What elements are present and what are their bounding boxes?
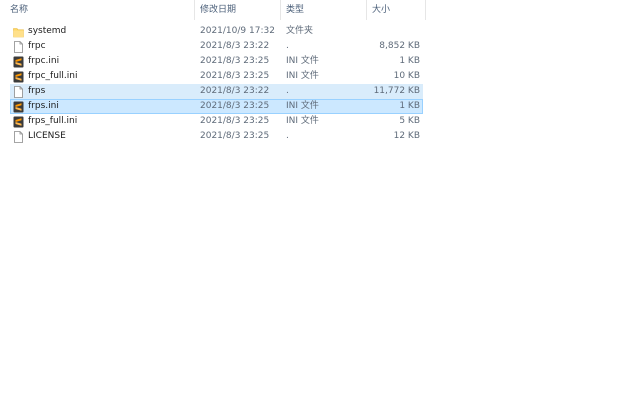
column-divider[interactable] [425,0,426,20]
column-divider[interactable] [366,0,367,20]
file-modified: 2021/8/3 23:25 [200,56,270,66]
column-header-type[interactable]: 类型 [286,0,304,20]
file-row[interactable]: frpc_full.ini 2021/8/3 23:25 INI 文件 10 K… [10,69,423,84]
file-name: frpc [28,41,46,51]
file-size: 1 KB [399,56,420,66]
file-name: frps [28,86,46,96]
column-divider[interactable] [194,0,195,20]
blank-file-icon [13,131,24,143]
column-divider[interactable] [280,0,281,20]
file-name: frps.ini [28,101,59,111]
file-row[interactable]: systemd 2021/10/9 17:32 文件夹 [10,24,423,39]
file-type: 文件夹 [286,26,314,36]
column-header-size[interactable]: 大小 [372,0,390,20]
file-row-selected[interactable]: frps.ini 2021/8/3 23:25 INI 文件 1 KB [10,99,423,114]
file-modified: 2021/8/3 23:22 [200,41,270,51]
file-modified: 2021/10/9 17:32 [200,26,275,36]
column-header-modified[interactable]: 修改日期 [200,0,236,20]
file-size: 5 KB [399,116,420,126]
file-name: LICENSE [28,131,66,141]
file-name: frpc_full.ini [28,71,78,81]
column-header-bar: 名称 ^ 修改日期 类型 大小 [0,0,426,20]
file-modified: 2021/8/3 23:25 [200,71,270,81]
file-row[interactable]: frps_full.ini 2021/8/3 23:25 INI 文件 5 KB [10,114,423,129]
file-modified: 2021/8/3 23:25 [200,131,270,141]
file-size: 11,772 KB [373,86,420,96]
column-header-name[interactable]: 名称 [10,0,28,20]
file-type: . [286,41,289,51]
file-type: . [286,86,289,96]
file-size: 12 KB [393,131,420,141]
file-row[interactable]: frpc.ini 2021/8/3 23:25 INI 文件 1 KB [10,54,423,69]
file-row[interactable]: LICENSE 2021/8/3 23:25 . 12 KB [10,129,423,144]
file-modified: 2021/8/3 23:22 [200,86,270,96]
sort-ascending-caret-icon: ^ [96,0,104,5]
file-explorer-details-view: 名称 ^ 修改日期 类型 大小 systemd 2021/10/9 17:32 … [0,0,640,417]
file-type: . [286,131,289,141]
file-row-selected[interactable]: frps 2021/8/3 23:22 . 11,772 KB [10,84,423,99]
file-size: 10 KB [393,71,420,81]
sublime-text-file-icon [13,116,24,128]
sublime-text-file-icon [13,56,24,68]
blank-file-icon [13,41,24,53]
file-name: systemd [28,26,67,36]
file-name: frps_full.ini [28,116,78,126]
file-size: 1 KB [399,101,420,111]
file-modified: 2021/8/3 23:25 [200,101,270,111]
file-modified: 2021/8/3 23:25 [200,116,270,126]
blank-file-icon [13,86,24,98]
sublime-text-file-icon [13,71,24,83]
folder-icon [13,26,24,38]
file-row[interactable]: frpc 2021/8/3 23:22 . 8,852 KB [10,39,423,54]
file-size [311,25,420,38]
file-name: frpc.ini [28,56,60,66]
sublime-text-file-icon [13,101,24,113]
file-size: 8,852 KB [379,41,420,51]
